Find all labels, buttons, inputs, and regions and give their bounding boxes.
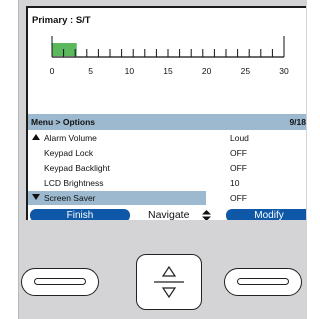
menu-item-value: Loud bbox=[230, 133, 249, 143]
scroll-up-icon bbox=[32, 134, 40, 140]
menu-item-label: Screen Saver bbox=[44, 193, 96, 203]
navigate-label: Navigate bbox=[148, 209, 190, 220]
gauge-tick-label: 5 bbox=[88, 66, 93, 76]
menu-header: Menu > Options 9/18 bbox=[28, 114, 306, 130]
up-down-arrows-icon bbox=[202, 210, 211, 220]
left-hardware-button[interactable] bbox=[21, 268, 99, 296]
gauge-level-fill bbox=[52, 43, 77, 56]
menu-item-value: 10 bbox=[230, 178, 240, 188]
menu-item-keypad-lock[interactable]: Keypad Lock OFF bbox=[28, 146, 306, 160]
gauge-tick-label: 0 bbox=[50, 66, 55, 76]
menu-item-value: OFF bbox=[230, 193, 247, 203]
softkey-bar: Finish Navigate Modify bbox=[28, 209, 306, 220]
lcd-screen: Primary : S/T 0 5 10 15 20 25 30 Menu > Option… bbox=[26, 6, 306, 220]
up-down-navigate-icon bbox=[153, 265, 184, 298]
menu-item-value: OFF bbox=[230, 148, 247, 158]
gauge-tick-label: 10 bbox=[125, 66, 135, 76]
primary-gauge: 0 5 10 15 20 25 30 bbox=[50, 36, 289, 76]
menu-item-lcd-brightness[interactable]: LCD Brightness 10 bbox=[28, 176, 306, 190]
gauge-tick-label: 20 bbox=[202, 66, 212, 76]
right-hardware-button[interactable] bbox=[224, 268, 302, 296]
menu-item-keypad-backlight[interactable]: Keypad Backlight OFF bbox=[28, 161, 306, 175]
menu-item-value: OFF bbox=[230, 163, 247, 173]
navigate-hardware-button[interactable] bbox=[136, 254, 202, 310]
menu-item-label: Keypad Backlight bbox=[44, 163, 110, 173]
dash-icon bbox=[237, 278, 289, 285]
dash-icon bbox=[34, 278, 86, 285]
menu-item-label: Keypad Lock bbox=[44, 148, 94, 158]
finish-softkey[interactable]: Finish bbox=[30, 209, 130, 220]
gauge-tick-label: 25 bbox=[241, 66, 251, 76]
scroll-down-icon bbox=[32, 194, 40, 200]
menu-title: Menu > Options bbox=[31, 117, 95, 127]
gauge-tick-label: 15 bbox=[163, 66, 173, 76]
gauge-ticks: 0 5 10 15 20 25 30 bbox=[50, 36, 289, 76]
menu-item-screen-saver[interactable]: Screen Saver OFF bbox=[28, 191, 306, 205]
menu-item-label: LCD Brightness bbox=[44, 178, 104, 188]
gauge-tick-label: 30 bbox=[279, 66, 289, 76]
menu-item-alarm-volume[interactable]: Alarm Volume Loud bbox=[28, 131, 306, 145]
menu-item-label: Alarm Volume bbox=[44, 133, 97, 143]
modify-softkey[interactable]: Modify bbox=[226, 209, 306, 220]
menu-page-indicator: 9/18 bbox=[289, 117, 306, 127]
